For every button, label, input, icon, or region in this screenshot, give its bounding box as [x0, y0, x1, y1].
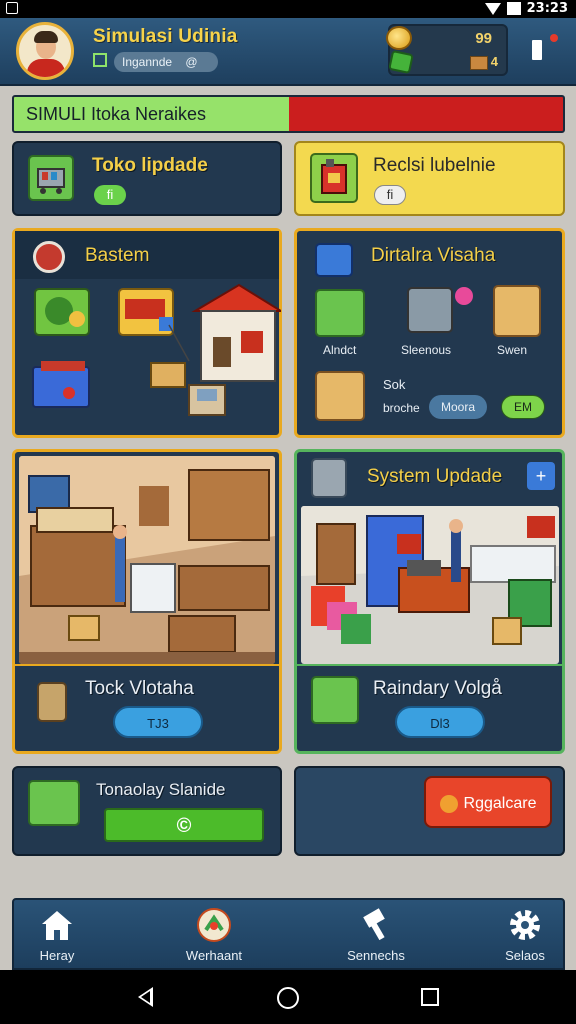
gear-icon [508, 908, 542, 942]
wheel-icon [197, 908, 231, 942]
recents-icon[interactable] [421, 988, 439, 1006]
gem-icon [388, 49, 414, 75]
status-bar: 23:23 [0, 0, 576, 18]
badge-icon [455, 287, 473, 305]
nav-item-home[interactable]: Heray [9, 908, 105, 968]
game-header: Simulasi Udinia Ingannde @ 99 4 [0, 18, 576, 86]
crate-icon [315, 371, 365, 421]
card-title: Tonaolay Slanide [96, 780, 226, 799]
tonaclay-card[interactable]: Tonaolay Slanide © [12, 766, 282, 856]
jar-icon [37, 682, 67, 722]
action-button[interactable]: Dl3 [395, 706, 485, 738]
crate-count: 4 [490, 54, 498, 69]
card-title: Raindary Volgå [373, 678, 502, 699]
wrench-icon [439, 794, 458, 813]
card-title: Toko lipdade [92, 155, 208, 176]
bastem-card[interactable]: Bastem [12, 228, 282, 438]
shopping-cart-icon [407, 287, 453, 333]
cart-icon [28, 155, 74, 201]
card-title: Bastem [85, 245, 150, 266]
crate-icon [493, 285, 541, 337]
nav-item-selaos[interactable]: Selaos [477, 908, 573, 968]
workshop-illustration [301, 506, 559, 664]
card-title: Reclsi lubelnie [373, 155, 496, 176]
item-label: Alndct [323, 343, 357, 357]
status-badge: fi [94, 185, 126, 205]
tock-vlotaha-card[interactable]: Tock Vlotaha TJ3 [12, 449, 282, 754]
bastem-scene-illustration [32, 283, 281, 416]
checkbox-icon[interactable] [93, 53, 107, 67]
system-navigation-bar [0, 970, 576, 1024]
basket-icon [315, 243, 353, 277]
confirm-button[interactable]: © [104, 808, 264, 842]
game-title: Simulasi Udinia [93, 26, 238, 47]
status-time: 23:23 [526, 1, 568, 16]
notification-icon [6, 2, 18, 14]
home-icon [40, 908, 74, 942]
coin-count: 99 [475, 30, 492, 47]
add-button[interactable]: + [527, 462, 555, 490]
crate-icon [470, 56, 488, 70]
target-icon [33, 241, 65, 273]
card-title: Dirtalra Visaha [371, 245, 496, 266]
progress-label: SIMULI Itoka Neraikes [26, 104, 207, 124]
item-label: Sleenous [401, 343, 452, 357]
shop-interior-illustration [19, 456, 275, 664]
player-name-badge[interactable]: Ingannde @ [114, 52, 218, 72]
card-title: System Updade [367, 466, 503, 487]
alert-dot-icon [550, 34, 558, 42]
em-button[interactable]: EM [501, 395, 545, 419]
regalcare-button[interactable]: Rggalcare [424, 776, 552, 828]
system-update-card[interactable]: System Updade + Raindary Volgå Dl3 [294, 449, 565, 754]
home-circle-icon[interactable] [277, 987, 299, 1009]
fuel-can-icon [310, 153, 358, 203]
coin-icon [386, 26, 412, 50]
status-badge: fi [374, 185, 406, 205]
sok-label: Sok [383, 377, 406, 392]
nav-item-sennechs[interactable]: Sennechs [328, 908, 424, 968]
hammer-icon [359, 908, 393, 942]
cash-register-icon [28, 780, 80, 826]
player-avatar[interactable] [16, 22, 74, 80]
main-progress-bar: SIMULI Itoka Neraikes [12, 95, 565, 133]
wifi-icon [484, 2, 501, 15]
currency-panel[interactable]: 99 4 [386, 24, 508, 76]
nav-item-werhaant[interactable]: Werhaant [166, 908, 262, 968]
toko-update-card[interactable]: Toko lipdade fi [12, 141, 282, 216]
action-button[interactable]: TJ3 [113, 706, 203, 738]
mode-pill[interactable]: Moora [429, 395, 487, 419]
tools-icon [311, 676, 359, 724]
card-title: Tock Vlotaha [85, 678, 194, 699]
reclsi-card[interactable]: Reclsi lubelnie fi [294, 141, 565, 216]
pause-button[interactable] [532, 34, 558, 64]
item-label: Swen [497, 343, 528, 357]
sub-label: broche [383, 401, 420, 415]
trophy-icon [311, 458, 347, 498]
dirtalra-card[interactable]: Dirtalra Visaha Alndct Sleenous Swen Sok… [294, 228, 565, 438]
back-icon[interactable] [138, 987, 153, 1007]
bottom-navigation: Heray Werhaant Sennechs Selaos [12, 898, 565, 970]
regalcare-card: Rggalcare [294, 766, 565, 856]
chair-icon [315, 289, 365, 337]
battery-icon [506, 2, 521, 15]
